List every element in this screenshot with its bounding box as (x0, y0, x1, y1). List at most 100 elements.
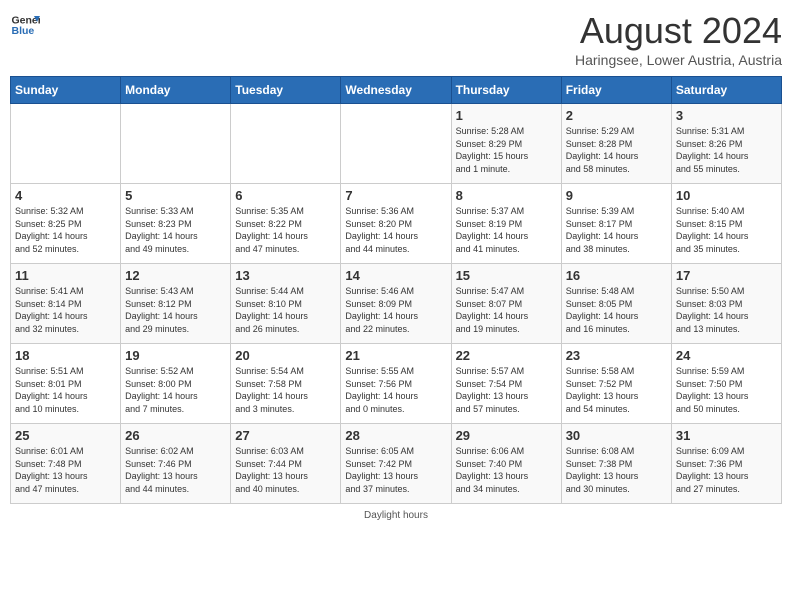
week-row-5: 25 Sunrise: 6:01 AM Sunset: 7:48 PM Dayli… (11, 424, 782, 504)
day-cell: 9Sunrise: 5:39 AM Sunset: 8:17 PM Daylig… (561, 184, 671, 264)
day-cell: 16Sunrise: 5:48 AM Sunset: 8:05 PM Dayli… (561, 264, 671, 344)
day-cell: 20 Sunrise: 5:54 AM Sunset: 7:58 PM Dayli… (231, 344, 341, 424)
day-number: 18 (15, 348, 116, 363)
day-cell: 18 Sunrise: 5:51 AM Sunset: 8:01 PM Dayli… (11, 344, 121, 424)
day-cell: 19 Sunrise: 5:52 AM Sunset: 8:00 PM Dayli… (121, 344, 231, 424)
day-number: 10 (676, 188, 777, 203)
day-number: 15 (456, 268, 557, 283)
day-info: Sunrise: 5:29 AM Sunset: 8:28 PM Dayligh… (566, 125, 667, 175)
header-row: SundayMondayTuesdayWednesdayThursdayFrid… (11, 77, 782, 104)
day-number: 12 (125, 268, 226, 283)
day-info: Sunrise: 5:44 AM Sunset: 8:10 PM Dayligh… (235, 285, 336, 335)
logo: General Blue (10, 10, 40, 40)
day-cell: 5 Sunrise: 5:33 AM Sunset: 8:23 PM Daylig… (121, 184, 231, 264)
day-cell (341, 104, 451, 184)
day-number: 27 (235, 428, 336, 443)
day-info: Sunrise: 5:32 AM Sunset: 8:25 PM Dayligh… (15, 205, 116, 255)
day-info: Sunrise: 5:48 AM Sunset: 8:05 PM Dayligh… (566, 285, 667, 335)
day-info: Sunrise: 5:46 AM Sunset: 8:09 PM Dayligh… (345, 285, 446, 335)
day-info: Sunrise: 6:06 AM Sunset: 7:40 PM Dayligh… (456, 445, 557, 495)
day-number: 13 (235, 268, 336, 283)
day-cell: 4 Sunrise: 5:32 AM Sunset: 8:25 PM Daylig… (11, 184, 121, 264)
day-info: Sunrise: 5:59 AM Sunset: 7:50 PM Dayligh… (676, 365, 777, 415)
day-info: Sunrise: 6:08 AM Sunset: 7:38 PM Dayligh… (566, 445, 667, 495)
day-info: Sunrise: 5:50 AM Sunset: 8:03 PM Dayligh… (676, 285, 777, 335)
day-number: 3 (676, 108, 777, 123)
month-title: August 2024 (575, 10, 782, 52)
day-number: 4 (15, 188, 116, 203)
day-info: Sunrise: 5:43 AM Sunset: 8:12 PM Dayligh… (125, 285, 226, 335)
day-cell: 2 Sunrise: 5:29 AM Sunset: 8:28 PM Daylig… (561, 104, 671, 184)
header-cell-wednesday: Wednesday (341, 77, 451, 104)
day-cell: 25 Sunrise: 6:01 AM Sunset: 7:48 PM Dayli… (11, 424, 121, 504)
week-row-2: 4 Sunrise: 5:32 AM Sunset: 8:25 PM Daylig… (11, 184, 782, 264)
day-number: 19 (125, 348, 226, 363)
day-number: 1 (456, 108, 557, 123)
day-cell: 22 Sunrise: 5:57 AM Sunset: 7:54 PM Dayli… (451, 344, 561, 424)
day-cell: 12 Sunrise: 5:43 AM Sunset: 8:12 PM Dayli… (121, 264, 231, 344)
calendar-table: SundayMondayTuesdayWednesdayThursdayFrid… (10, 76, 782, 504)
day-number: 30 (566, 428, 667, 443)
day-number: 11 (15, 268, 116, 283)
day-number: 14 (345, 268, 446, 283)
day-info: Sunrise: 6:09 AM Sunset: 7:36 PM Dayligh… (676, 445, 777, 495)
day-cell: 14 Sunrise: 5:46 AM Sunset: 8:09 PM Dayli… (341, 264, 451, 344)
day-number: 24 (676, 348, 777, 363)
day-number: 17 (676, 268, 777, 283)
day-number: 2 (566, 108, 667, 123)
day-cell: 13 Sunrise: 5:44 AM Sunset: 8:10 PM Dayli… (231, 264, 341, 344)
day-info: Sunrise: 6:03 AM Sunset: 7:44 PM Dayligh… (235, 445, 336, 495)
day-number: 5 (125, 188, 226, 203)
day-cell: 29Sunrise: 6:06 AM Sunset: 7:40 PM Dayli… (451, 424, 561, 504)
day-number: 23 (566, 348, 667, 363)
day-cell: 24 Sunrise: 5:59 AM Sunset: 7:50 PM Dayli… (671, 344, 781, 424)
title-area: August 2024 Haringsee, Lower Austria, Au… (575, 10, 782, 68)
day-cell (231, 104, 341, 184)
week-row-4: 18 Sunrise: 5:51 AM Sunset: 8:01 PM Dayli… (11, 344, 782, 424)
svg-text:Blue: Blue (12, 25, 35, 37)
day-info: Sunrise: 5:51 AM Sunset: 8:01 PM Dayligh… (15, 365, 116, 415)
day-number: 25 (15, 428, 116, 443)
day-info: Sunrise: 6:01 AM Sunset: 7:48 PM Dayligh… (15, 445, 116, 495)
day-info: Sunrise: 5:31 AM Sunset: 8:26 PM Dayligh… (676, 125, 777, 175)
day-info: Sunrise: 5:40 AM Sunset: 8:15 PM Dayligh… (676, 205, 777, 255)
day-cell: 10 Sunrise: 5:40 AM Sunset: 8:15 PM Dayli… (671, 184, 781, 264)
header-cell-tuesday: Tuesday (231, 77, 341, 104)
day-info: Sunrise: 5:47 AM Sunset: 8:07 PM Dayligh… (456, 285, 557, 335)
day-info: Sunrise: 5:35 AM Sunset: 8:22 PM Dayligh… (235, 205, 336, 255)
day-info: Sunrise: 5:52 AM Sunset: 8:00 PM Dayligh… (125, 365, 226, 415)
header-cell-sunday: Sunday (11, 77, 121, 104)
header-cell-monday: Monday (121, 77, 231, 104)
day-cell: 17 Sunrise: 5:50 AM Sunset: 8:03 PM Dayli… (671, 264, 781, 344)
day-info: Sunrise: 5:41 AM Sunset: 8:14 PM Dayligh… (15, 285, 116, 335)
day-number: 28 (345, 428, 446, 443)
day-cell: 23 Sunrise: 5:58 AM Sunset: 7:52 PM Dayli… (561, 344, 671, 424)
day-info: Sunrise: 5:55 AM Sunset: 7:56 PM Dayligh… (345, 365, 446, 415)
day-number: 26 (125, 428, 226, 443)
day-cell: 1 Sunrise: 5:28 AM Sunset: 8:29 PM Daylig… (451, 104, 561, 184)
day-number: 6 (235, 188, 336, 203)
day-cell: 7Sunrise: 5:36 AM Sunset: 8:20 PM Daylig… (341, 184, 451, 264)
day-cell: 28Sunrise: 6:05 AM Sunset: 7:42 PM Dayli… (341, 424, 451, 504)
day-number: 9 (566, 188, 667, 203)
location-title: Haringsee, Lower Austria, Austria (575, 52, 782, 68)
day-info: Sunrise: 5:33 AM Sunset: 8:23 PM Dayligh… (125, 205, 226, 255)
day-number: 31 (676, 428, 777, 443)
day-info: Sunrise: 5:28 AM Sunset: 8:29 PM Dayligh… (456, 125, 557, 175)
day-info: Sunrise: 5:58 AM Sunset: 7:52 PM Dayligh… (566, 365, 667, 415)
header-cell-saturday: Saturday (671, 77, 781, 104)
day-cell: 27 Sunrise: 6:03 AM Sunset: 7:44 PM Dayli… (231, 424, 341, 504)
day-cell: 31 Sunrise: 6:09 AM Sunset: 7:36 PM Dayli… (671, 424, 781, 504)
header-cell-friday: Friday (561, 77, 671, 104)
day-info: Sunrise: 5:54 AM Sunset: 7:58 PM Dayligh… (235, 365, 336, 415)
day-info: Sunrise: 5:57 AM Sunset: 7:54 PM Dayligh… (456, 365, 557, 415)
day-number: 22 (456, 348, 557, 363)
daylight-note: Daylight hours (10, 510, 782, 521)
week-row-1: 1 Sunrise: 5:28 AM Sunset: 8:29 PM Daylig… (11, 104, 782, 184)
day-info: Sunrise: 6:02 AM Sunset: 7:46 PM Dayligh… (125, 445, 226, 495)
day-number: 20 (235, 348, 336, 363)
header-cell-thursday: Thursday (451, 77, 561, 104)
day-info: Sunrise: 5:36 AM Sunset: 8:20 PM Dayligh… (345, 205, 446, 255)
week-row-3: 11 Sunrise: 5:41 AM Sunset: 8:14 PM Dayli… (11, 264, 782, 344)
day-cell: 11 Sunrise: 5:41 AM Sunset: 8:14 PM Dayli… (11, 264, 121, 344)
